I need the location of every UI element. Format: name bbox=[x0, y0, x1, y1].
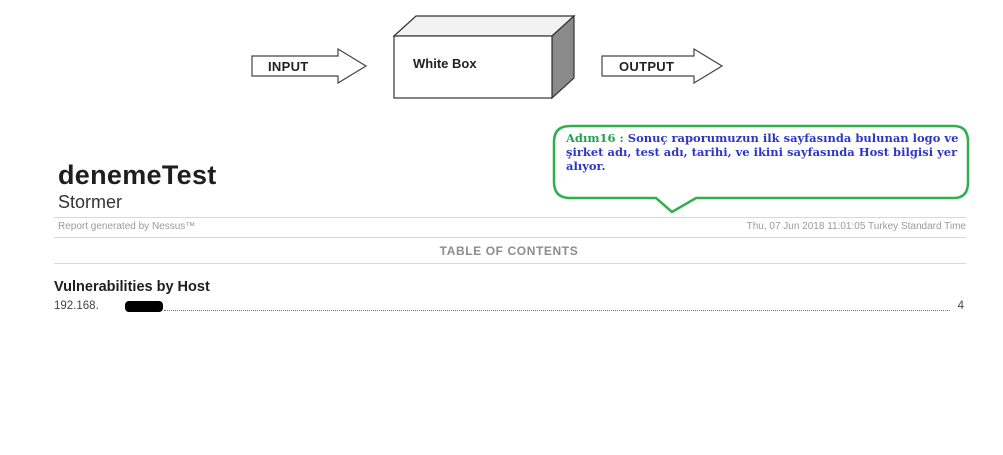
output-label: OUTPUT bbox=[619, 59, 675, 74]
toc-entry-page: 4 bbox=[957, 300, 964, 312]
white-box-label: White Box bbox=[413, 56, 477, 71]
generated-by: Report generated by Nessus™ bbox=[58, 221, 196, 232]
toc-leader-dots bbox=[164, 310, 950, 311]
callout-step-label: Adım16 : bbox=[566, 131, 624, 145]
callout-text: Adım16 : Sonuç raporumuzun ilk sayfasınd… bbox=[566, 131, 961, 173]
divider bbox=[54, 237, 966, 238]
report-subtitle: Stormer bbox=[58, 192, 123, 212]
toc-entry-host: 192.168. bbox=[54, 300, 99, 312]
report-timestamp: Thu, 07 Jun 2018 11:01:05 Turkey Standar… bbox=[746, 221, 966, 232]
divider bbox=[54, 263, 966, 264]
section-heading: Vulnerabilities by Host bbox=[54, 279, 210, 295]
input-label: INPUT bbox=[268, 59, 309, 74]
toc-entry[interactable]: 192.168. 4 bbox=[54, 300, 964, 314]
toc-heading: TABLE OF CONTENTS bbox=[439, 244, 579, 258]
report-title: denemeTest bbox=[58, 160, 217, 190]
callout-body: Sonuç raporumuzun ilk sayfasında bulunan… bbox=[566, 131, 959, 173]
redaction-mark bbox=[125, 301, 163, 312]
divider bbox=[54, 217, 966, 218]
